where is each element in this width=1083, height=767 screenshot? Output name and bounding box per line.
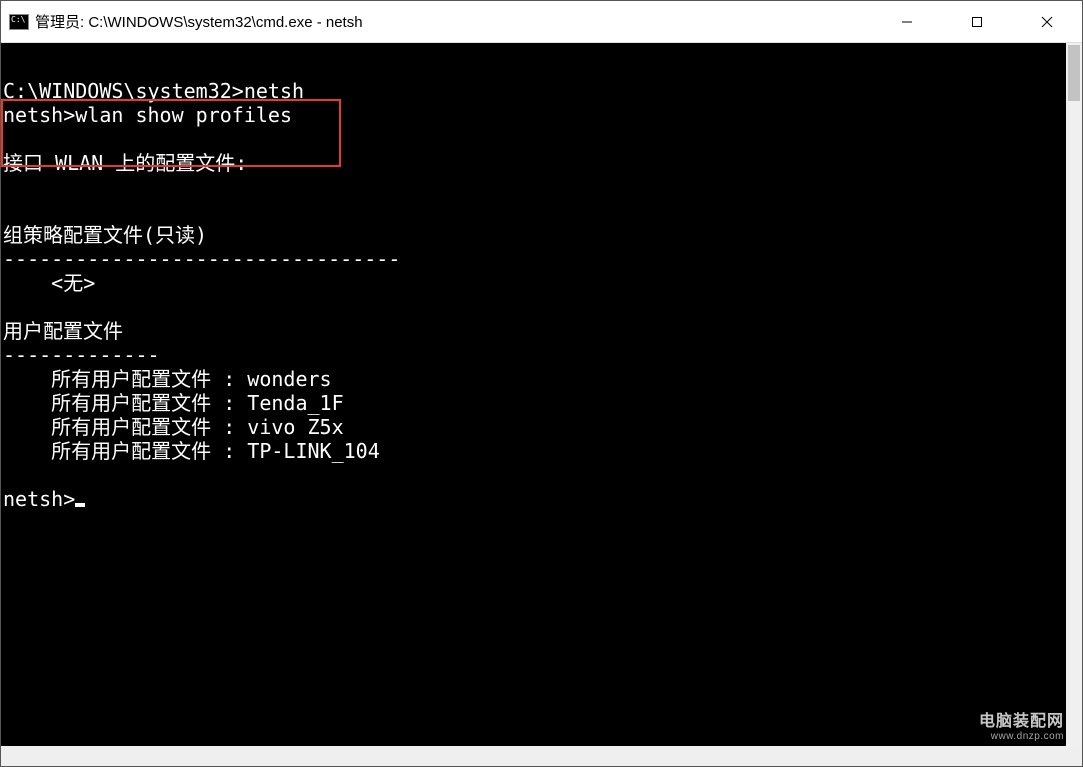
terminal-area[interactable]: C:\WINDOWS\system32>netsh netsh>wlan sho… <box>1 43 1082 766</box>
app-window: 管理员: C:\WINDOWS\system32\cmd.exe - netsh… <box>0 0 1083 767</box>
window-title: 管理员: C:\WINDOWS\system32\cmd.exe - netsh <box>35 11 363 32</box>
terminal-viewport: C:\WINDOWS\system32>netsh netsh>wlan sho… <box>1 43 1066 746</box>
maximize-button[interactable] <box>942 1 1012 42</box>
terminal-cursor <box>75 503 85 507</box>
maximize-icon <box>971 16 983 28</box>
title-bar-left: 管理员: C:\WINDOWS\system32\cmd.exe - netsh <box>1 11 872 32</box>
scrollbar-track <box>1066 43 1082 746</box>
cmd-icon <box>9 14 29 30</box>
vertical-scrollbar[interactable] <box>1066 43 1082 746</box>
minimize-button[interactable] <box>872 1 942 42</box>
title-bar[interactable]: 管理员: C:\WINDOWS\system32\cmd.exe - netsh <box>1 1 1082 43</box>
close-button[interactable] <box>1012 1 1082 42</box>
window-controls <box>872 1 1082 42</box>
scrollbar-thumb[interactable] <box>1068 45 1080 101</box>
terminal-output: C:\WINDOWS\system32>netsh netsh>wlan sho… <box>1 43 1066 511</box>
horizontal-scrollbar[interactable] <box>1 746 1082 766</box>
close-icon <box>1041 16 1053 28</box>
minimize-icon <box>901 16 913 28</box>
